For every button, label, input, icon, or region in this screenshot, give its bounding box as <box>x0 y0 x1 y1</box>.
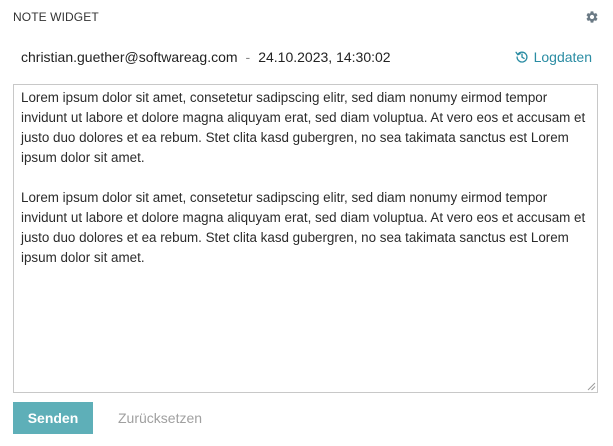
note-paragraph: Lorem ipsum dolor sit amet, consetetur s… <box>21 90 586 165</box>
gear-icon[interactable] <box>585 10 599 24</box>
note-textarea[interactable]: Lorem ipsum dolor sit amet, consetetur s… <box>13 84 598 393</box>
reset-button[interactable]: Zurücksetzen <box>118 402 202 434</box>
send-button[interactable]: Senden <box>13 402 93 434</box>
history-icon <box>514 51 528 63</box>
logdaten-label: Logdaten <box>533 49 592 65</box>
logdaten-link[interactable]: Logdaten <box>514 49 592 65</box>
note-timestamp: 24.10.2023, 14:30:02 <box>258 49 391 65</box>
widget-header: NOTE WIDGET <box>13 9 599 25</box>
note-paragraph: Lorem ipsum dolor sit amet, consetetur s… <box>21 190 586 265</box>
widget-title: NOTE WIDGET <box>13 10 99 24</box>
meta-separator: - <box>245 49 251 65</box>
resize-handle-icon[interactable] <box>587 382 596 391</box>
note-meta: christian.guether@softwareag.com - 24.10… <box>21 47 592 67</box>
author-email: christian.guether@softwareag.com <box>21 49 238 65</box>
author-info: christian.guether@softwareag.com - 24.10… <box>21 49 391 65</box>
